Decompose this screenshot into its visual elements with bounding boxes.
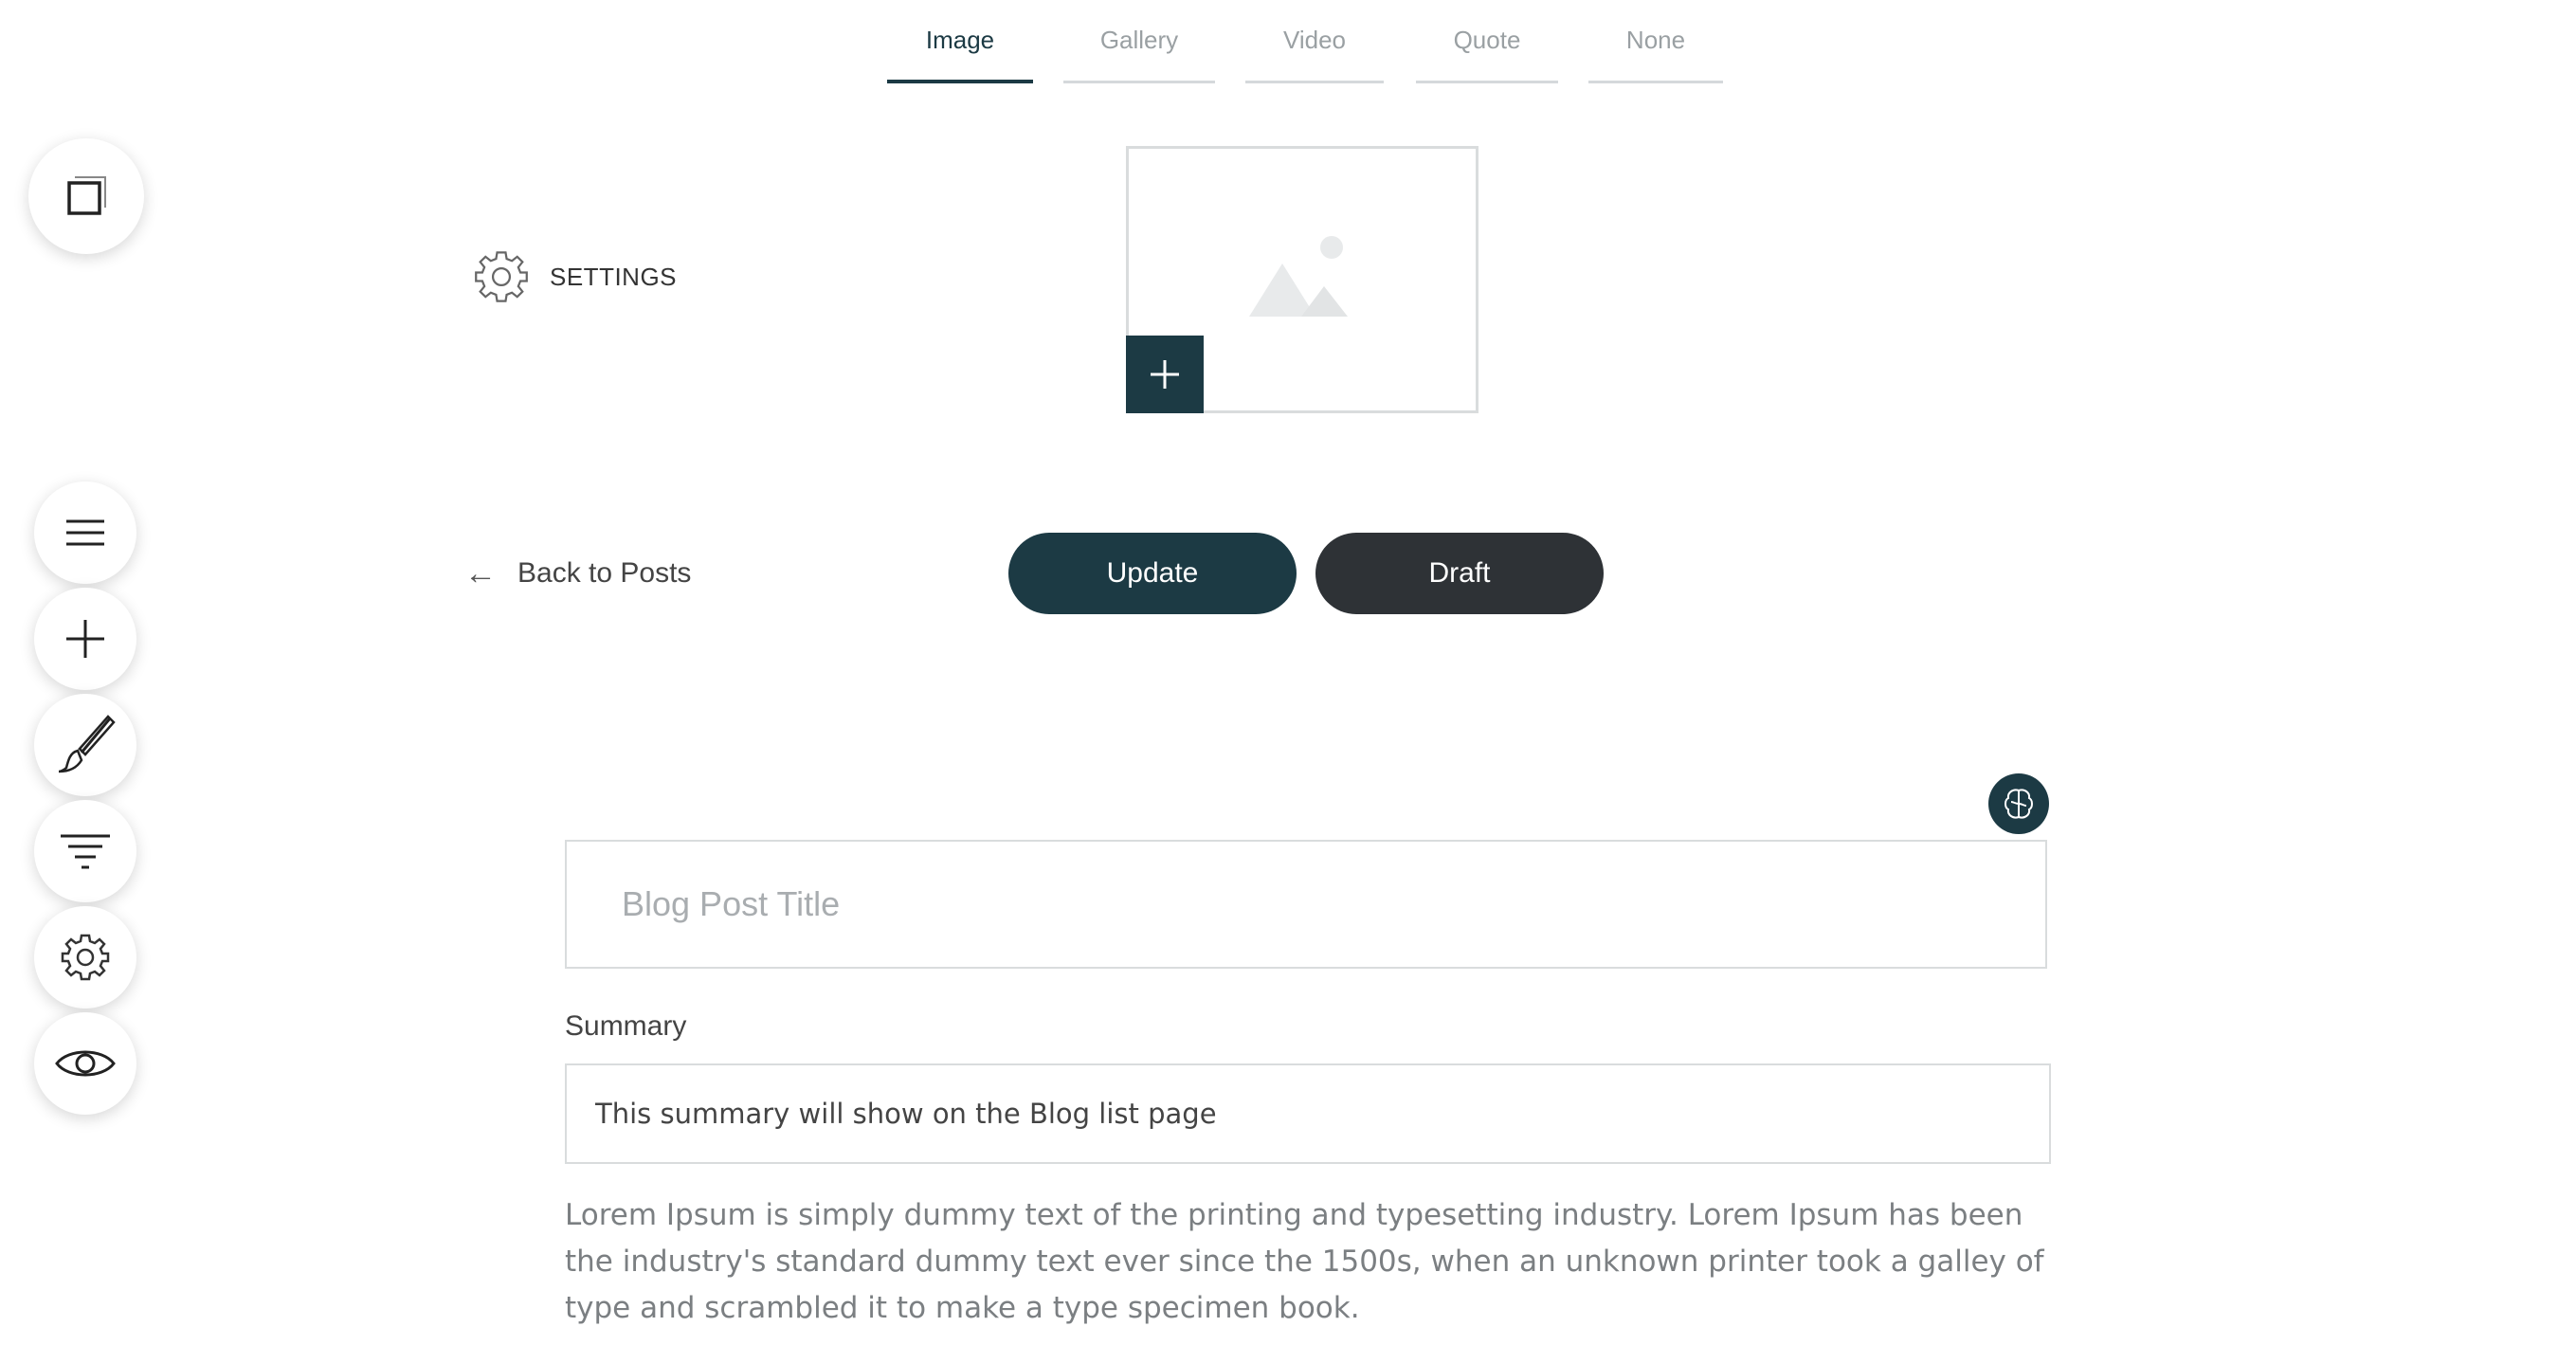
arrow-left-icon: ← — [464, 554, 497, 591]
post-body-editor[interactable]: Lorem Ipsum is simply dummy text of the … — [565, 1192, 2051, 1332]
tab-underline — [1416, 81, 1558, 83]
tab-underline — [887, 80, 1033, 83]
update-button[interactable]: Update — [1008, 533, 1297, 614]
tab-underline — [1245, 81, 1384, 83]
sidebar-item-menu[interactable] — [34, 482, 136, 584]
add-image-button[interactable] — [1126, 336, 1204, 413]
tab-label: Video — [1282, 26, 1347, 54]
sidebar-item-preview[interactable] — [34, 1012, 136, 1115]
filter-icon — [61, 834, 110, 869]
sidebar-item-filter[interactable] — [34, 800, 136, 902]
tab-label: Image — [925, 26, 995, 54]
settings-link[interactable]: SETTINGS — [474, 248, 677, 305]
sidebar-item-design[interactable] — [34, 694, 136, 796]
back-label: Back to Posts — [517, 557, 692, 589]
tab-image[interactable]: Image — [887, 23, 1033, 83]
back-to-posts-link[interactable]: ← Back to Posts — [464, 550, 691, 597]
eye-icon — [55, 1050, 116, 1077]
sidebar-item-settings[interactable] — [34, 906, 136, 1009]
tab-label: Quote — [1453, 26, 1521, 54]
draft-button[interactable]: Draft — [1315, 533, 1604, 614]
tab-video[interactable]: Video — [1245, 23, 1384, 83]
pages-button[interactable] — [28, 138, 144, 254]
brush-icon — [58, 715, 116, 773]
post-title-input[interactable] — [565, 840, 2047, 969]
gear-icon — [61, 934, 110, 981]
tab-underline — [1588, 81, 1723, 83]
post-format-tabs: Image Gallery Video Quote None — [0, 0, 2576, 85]
plus-icon — [66, 620, 104, 658]
settings-label: SETTINGS — [550, 262, 678, 291]
tab-underline — [1063, 81, 1215, 83]
summary-label: Summary — [565, 1010, 687, 1042]
tab-label: Gallery — [1099, 26, 1179, 54]
brain-icon — [2005, 789, 2033, 819]
pages-copy-icon — [67, 176, 106, 215]
tab-quote[interactable]: Quote — [1416, 23, 1558, 83]
sidebar-item-add[interactable] — [34, 588, 136, 690]
tab-label: None — [1625, 26, 1686, 54]
gear-icon — [475, 251, 528, 302]
tab-gallery[interactable]: Gallery — [1063, 23, 1215, 83]
menu-icon — [66, 519, 104, 546]
tab-none[interactable]: None — [1588, 23, 1723, 83]
ai-assist-button[interactable] — [1988, 773, 2049, 834]
plus-icon — [1151, 360, 1179, 389]
summary-input[interactable] — [565, 1063, 2051, 1164]
